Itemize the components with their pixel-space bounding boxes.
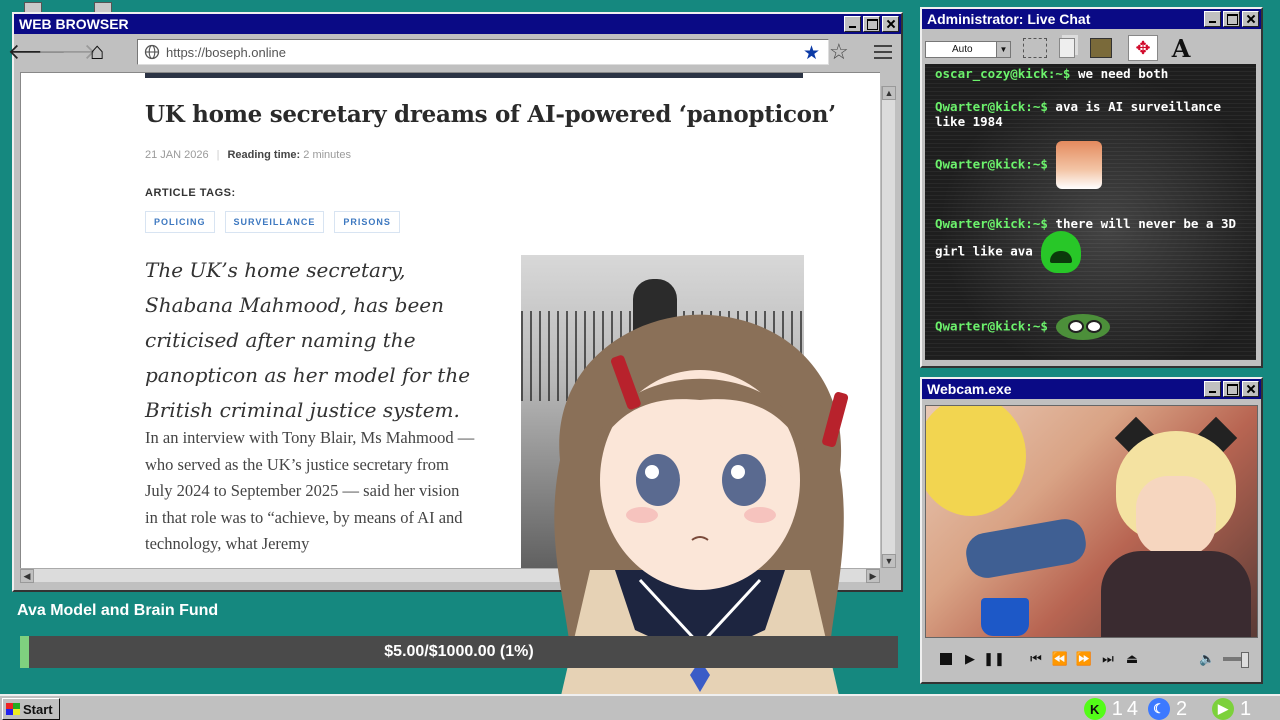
- system-tray: K 14 ☾ 2 ▶ 1: [1083, 696, 1270, 720]
- close-button[interactable]: [1242, 381, 1259, 397]
- play-icon[interactable]: ▶: [963, 651, 977, 666]
- rewind-icon[interactable]: ⏪: [1052, 651, 1068, 666]
- address-bar[interactable]: https://boseph.online ★: [137, 39, 829, 65]
- header-image-strip: [145, 73, 803, 78]
- article-date: 21 JAN 2026: [145, 149, 209, 161]
- volume-slider[interactable]: [1223, 652, 1250, 668]
- browser-title: WEB BROWSER: [19, 16, 129, 32]
- article-meta: 21 JAN 2026 | Reading time: 2 minutes: [145, 149, 351, 161]
- play-icon[interactable]: ▶: [1212, 698, 1234, 720]
- skip-forward-icon[interactable]: ⏭: [1101, 651, 1115, 666]
- home-icon[interactable]: ⌂: [84, 38, 110, 65]
- kick-count: 14: [1111, 697, 1142, 720]
- close-button[interactable]: [882, 16, 899, 32]
- webcam-window: Webcam.exe ▶ ❚❚ ⏮ ⏪ ⏩ ⏭ ⏏ 🔈: [920, 377, 1263, 684]
- moon-count: 2: [1176, 697, 1192, 720]
- move-icon[interactable]: ✥: [1128, 35, 1158, 61]
- hamburger-menu-icon[interactable]: [874, 45, 892, 59]
- pepe-emote: [1055, 314, 1110, 340]
- speaker-icon[interactable]: 🔈: [1199, 651, 1215, 667]
- scroll-up-arrow-icon[interactable]: ▲: [882, 86, 896, 100]
- chat-message: Qwarter@kick:~$ there will never be a 3D…: [935, 216, 1251, 273]
- windows-logo-icon: [6, 703, 20, 715]
- maximize-button[interactable]: [1223, 381, 1240, 397]
- font-size-select[interactable]: Auto ▼: [925, 41, 1011, 58]
- tags-label: ARTICLE TAGS:: [145, 187, 236, 199]
- close-button[interactable]: [1242, 11, 1259, 27]
- scroll-right-arrow-icon[interactable]: ▶: [866, 569, 880, 583]
- play-count: 1: [1240, 697, 1256, 720]
- eject-icon[interactable]: ⏏: [1125, 651, 1139, 666]
- font-icon[interactable]: A: [1166, 34, 1196, 63]
- article-lede: The UK’s home secretary, Shabana Mahmood…: [145, 258, 471, 422]
- minimize-button[interactable]: [844, 16, 861, 32]
- url-text: https://boseph.online: [166, 44, 286, 60]
- fund-title: Ava Model and Brain Fund: [17, 602, 219, 619]
- horizontal-scrollbar[interactable]: ◀ ▶: [20, 568, 880, 583]
- minimize-button[interactable]: [1204, 381, 1221, 397]
- article-body: In an interview with Tony Blair, Ms Mahm…: [145, 428, 475, 553]
- chat-message: Qwarter@kick:~$: [935, 314, 1251, 340]
- article-photo: [521, 255, 804, 568]
- chat-log[interactable]: oscar_cozy@kick:~$ we need both Qwarter@…: [925, 64, 1256, 360]
- start-button[interactable]: Start: [2, 698, 60, 720]
- fund-progress-text: $5.00/$1000.00 (1%): [384, 643, 534, 660]
- moon-icon[interactable]: ☾: [1148, 698, 1170, 720]
- star-outline-icon[interactable]: ☆: [829, 39, 849, 65]
- tag-surveillance[interactable]: SURVEILLANCE: [224, 211, 325, 233]
- meta-divider: |: [216, 149, 220, 161]
- scroll-left-arrow-icon[interactable]: ◀: [20, 569, 34, 583]
- webcam-title: Webcam.exe: [927, 381, 1012, 397]
- page-content: UK home secretary dreams of AI-powered ‘…: [20, 72, 880, 568]
- article-headline: UK home secretary dreams of AI-powered ‘…: [145, 101, 836, 128]
- bookmarked-star-icon[interactable]: ★: [803, 42, 820, 65]
- scroll-down-arrow-icon[interactable]: ▼: [882, 554, 896, 568]
- crying-emote: [1040, 231, 1081, 273]
- forward-arrow-icon[interactable]: 🡒: [38, 39, 97, 65]
- skip-back-icon[interactable]: ⏮: [1029, 651, 1043, 666]
- pause-icon[interactable]: ❚❚: [983, 651, 1005, 666]
- dropdown-arrow-icon[interactable]: ▼: [996, 42, 1010, 57]
- chat-message: oscar_cozy@kick:~$ we need both: [935, 66, 1169, 81]
- tag-prisons[interactable]: PRISONS: [334, 211, 400, 233]
- maximize-button[interactable]: [1223, 11, 1240, 27]
- select-icon[interactable]: [1020, 35, 1050, 61]
- chat-message: Qwarter@kick:~$ ava is AI surveillance l…: [935, 99, 1221, 129]
- fund-progress-bar: $5.00/$1000.00 (1%): [20, 636, 898, 668]
- paste-icon[interactable]: [1086, 35, 1116, 61]
- fast-forward-icon[interactable]: ⏩: [1076, 651, 1092, 666]
- chat-message: Qwarter@kick:~$: [935, 141, 1251, 189]
- chat-titlebar[interactable]: Administrator: Live Chat: [922, 9, 1261, 29]
- reading-time: Reading time: 2 minutes: [227, 149, 351, 161]
- chat-toolbar: Auto ▼ ✥ A: [922, 29, 1261, 63]
- tag-policing[interactable]: POLICING: [145, 211, 215, 233]
- kick-icon[interactable]: K: [1083, 698, 1106, 720]
- browser-toolbar: 🡐 🡒 ⌂ https://boseph.online ★ ☆: [8, 34, 901, 70]
- stop-icon[interactable]: [939, 652, 953, 666]
- vertical-scrollbar[interactable]: ▲ ▼: [881, 86, 896, 568]
- webcam-video: [925, 405, 1258, 638]
- maximize-button[interactable]: [863, 16, 880, 32]
- chat-title: Administrator: Live Chat: [927, 11, 1091, 27]
- anime-girl-emote: [1055, 141, 1102, 189]
- media-controls: ▶ ❚❚ ⏮ ⏪ ⏩ ⏭ ⏏ 🔈: [925, 644, 1258, 674]
- globe-icon: [144, 44, 160, 60]
- minimize-button[interactable]: [1204, 11, 1221, 27]
- article-tags: POLICING SURVEILLANCE PRISONS: [145, 211, 400, 233]
- taskbar: Start K 14 ☾ 2 ▶ 1: [0, 694, 1280, 720]
- volume-control: 🔈: [1199, 651, 1250, 668]
- browser-titlebar[interactable]: WEB BROWSER: [14, 14, 901, 34]
- webcam-titlebar[interactable]: Webcam.exe: [922, 379, 1261, 399]
- live-chat-window: Administrator: Live Chat Auto ▼ ✥ A osca…: [920, 7, 1263, 368]
- browser-window: WEB BROWSER 🡐 🡒 ⌂ https://boseph.online …: [8, 12, 903, 592]
- copy-icon[interactable]: [1052, 35, 1082, 61]
